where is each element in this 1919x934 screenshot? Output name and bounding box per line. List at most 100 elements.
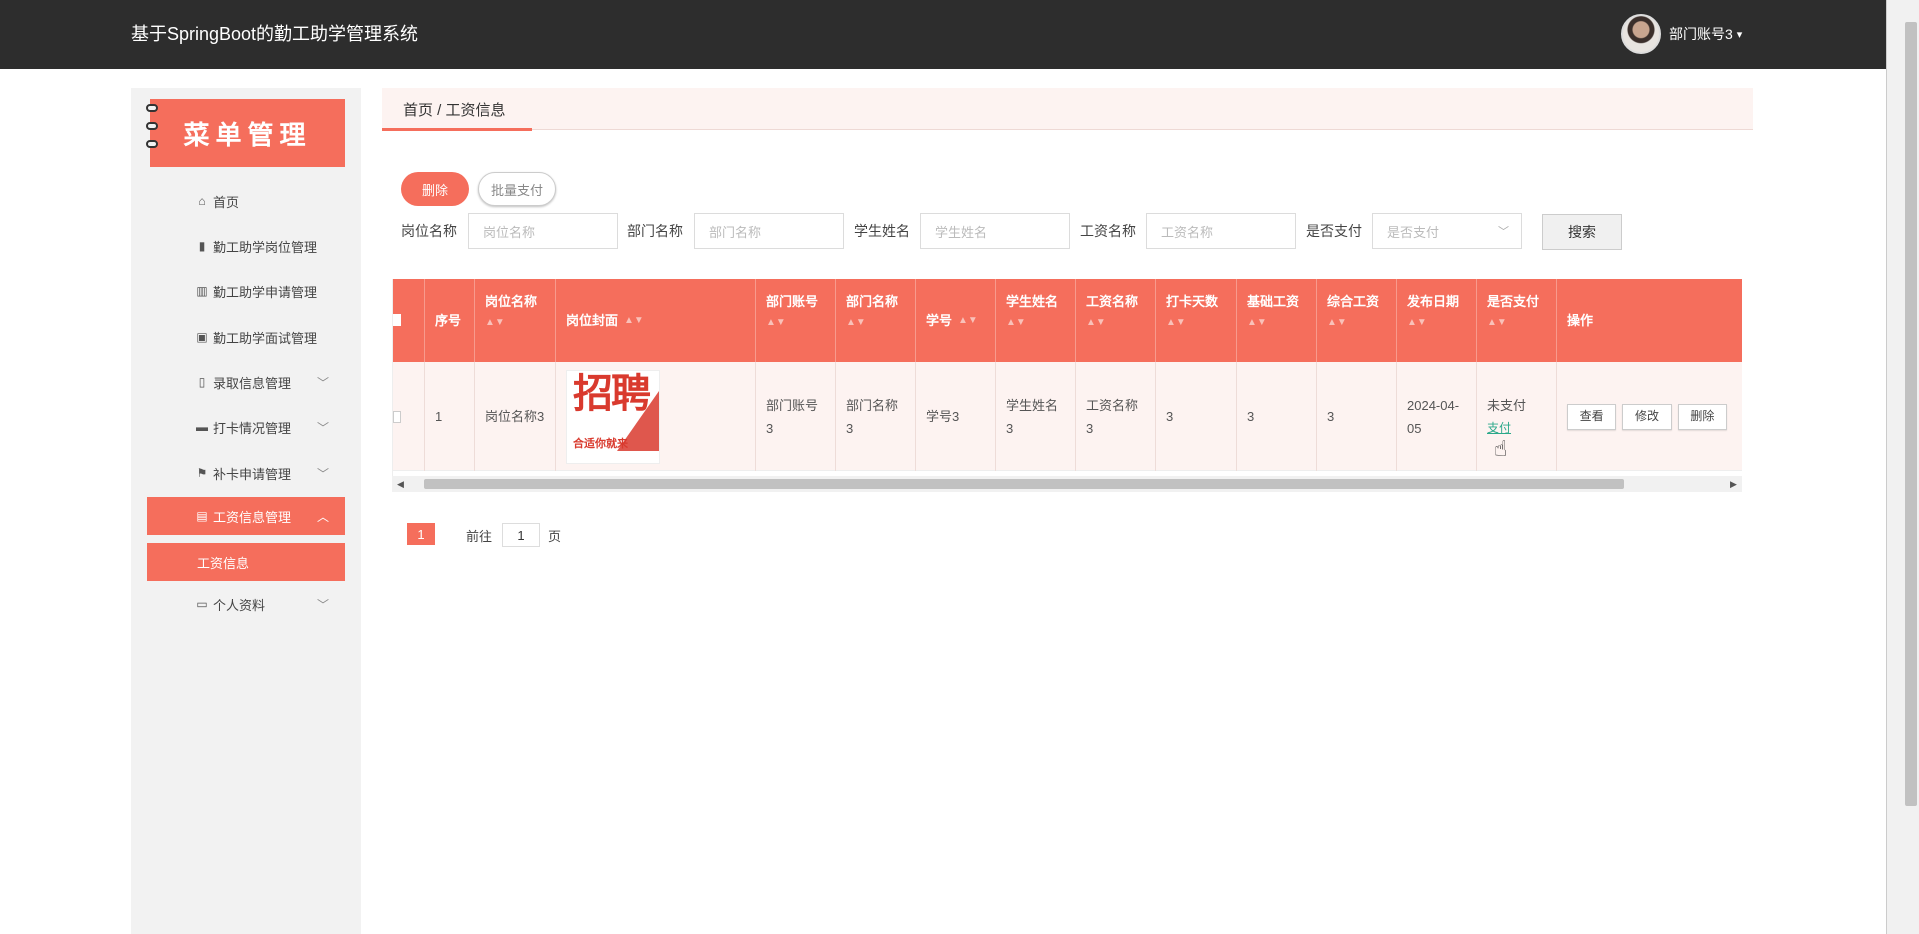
view-button[interactable]: 查看 xyxy=(1567,403,1617,430)
goto-suffix: 页 xyxy=(548,529,562,544)
sidebar-item-label: 录取信息管理 xyxy=(213,375,292,391)
user-menu[interactable]: 部门账号3 ▾ xyxy=(1621,13,1742,55)
row-checkbox[interactable] xyxy=(393,410,401,423)
salary-name-input[interactable]: 工资名称 xyxy=(1146,213,1296,249)
th-label: 是否支付 xyxy=(1487,294,1540,309)
chevron-down-icon: ﹀ xyxy=(1498,226,1509,238)
th-label: 部门名称 xyxy=(846,294,899,309)
sort-icon[interactable]: ▲▼ xyxy=(485,317,545,329)
th-post-name[interactable]: 岗位名称 ▲▼ xyxy=(475,279,556,362)
cell-total-salary: 3 xyxy=(1317,362,1397,471)
goto-page-input[interactable]: 1 xyxy=(502,523,540,547)
select-all-checkbox[interactable] xyxy=(393,314,401,326)
caret-down-icon[interactable]: ▾ xyxy=(1737,28,1743,41)
sidebar-item-makeup-management[interactable]: ⚑ 补卡申请管理 ﹀ xyxy=(147,454,345,492)
cell-actions: 查看 修改 删除 xyxy=(1557,362,1742,471)
sidebar-item-profile[interactable]: ▭ 个人资料 ﹀ xyxy=(147,585,345,623)
sidebar-item-salary-management[interactable]: ▤ 工资信息管理 ︿ xyxy=(147,497,345,535)
cell-index: 1 xyxy=(425,362,475,471)
th-dept-account[interactable]: 部门账号 ▲▼ xyxy=(756,279,836,362)
sidebar-item-admission-management[interactable]: ▯ 录取信息管理 ﹀ xyxy=(147,363,345,401)
sidebar-item-label: 补卡申请管理 xyxy=(213,466,292,482)
paid-status: 未支付 xyxy=(1487,397,1527,413)
menu-banner: 菜单管理 xyxy=(150,99,345,167)
th-label: 岗位名称 xyxy=(485,294,538,309)
sort-icon[interactable]: ▲▼ xyxy=(1247,317,1306,329)
sidebar-item-post-management[interactable]: ▮ 勤工助学岗位管理 xyxy=(147,227,345,265)
chevron-down-icon: ﹀ xyxy=(317,375,330,390)
sidebar-item-application-management[interactable]: ▥ 勤工助学申请管理 xyxy=(147,272,345,310)
edit-button[interactable]: 修改 xyxy=(1622,403,1672,430)
table-scrollbar-thumb[interactable] xyxy=(424,479,1624,489)
sort-icon[interactable]: ▲▼ xyxy=(1086,317,1145,329)
breadcrumb[interactable]: 首页 / 工资信息 xyxy=(403,99,506,120)
sort-icon[interactable]: ▲▼ xyxy=(846,317,905,329)
document-icon: ▤ xyxy=(196,509,208,523)
cell-dept-name: 部门名称3 xyxy=(836,362,916,471)
sort-icon[interactable]: ▲▼ xyxy=(766,317,825,329)
avatar[interactable] xyxy=(1621,14,1661,54)
th-salary-name[interactable]: 工资名称 ▲▼ xyxy=(1076,279,1156,362)
sort-icon[interactable]: ▲▼ xyxy=(624,312,644,330)
th-total-salary[interactable]: 综合工资 ▲▼ xyxy=(1317,279,1397,362)
th-student-name[interactable]: 学生姓名 ▲▼ xyxy=(996,279,1076,362)
sidebar-item-clockin-management[interactable]: ▬ 打卡情况管理 ﹀ xyxy=(147,408,345,446)
student-name-input[interactable]: 学生姓名 xyxy=(920,213,1070,249)
sort-icon[interactable]: ▲▼ xyxy=(1407,317,1466,329)
post-name-input[interactable]: 岗位名称 xyxy=(468,213,618,249)
dept-name-input[interactable]: 部门名称 xyxy=(694,213,844,249)
sidebar-item-label: 打卡情况管理 xyxy=(213,420,292,436)
breadcrumb-bar xyxy=(382,88,1753,130)
sort-icon[interactable]: ▲▼ xyxy=(1006,317,1065,329)
th-publish-date[interactable]: 发布日期 ▲▼ xyxy=(1397,279,1477,362)
cell-dept-account: 部门账号3 xyxy=(756,362,836,471)
sort-icon[interactable]: ▲▼ xyxy=(958,312,978,330)
notebook-rings-icon xyxy=(146,104,158,160)
chevron-down-icon: ﹀ xyxy=(317,466,330,481)
student-name-label: 学生姓名 xyxy=(854,223,910,239)
page-scrollbar-thumb[interactable] xyxy=(1905,22,1917,806)
sort-icon[interactable]: ▲▼ xyxy=(1487,317,1546,329)
th-student-no[interactable]: 学号 ▲▼ xyxy=(916,279,996,362)
cell-post-name: 岗位名称3 xyxy=(475,362,556,471)
th-dept-name[interactable]: 部门名称 ▲▼ xyxy=(836,279,916,362)
paid-select[interactable]: 是否支付 ﹀ xyxy=(1372,213,1522,249)
cell-post-cover: 招聘 合适你就来 xyxy=(556,362,756,471)
th-base-salary[interactable]: 基础工资 ▲▼ xyxy=(1237,279,1317,362)
scroll-right-icon[interactable]: ▶ xyxy=(1730,476,1737,492)
th-paid[interactable]: 是否支付 ▲▼ xyxy=(1477,279,1557,362)
th-label: 部门账号 xyxy=(766,294,819,309)
scroll-left-icon[interactable]: ◀ xyxy=(397,476,404,492)
sidebar-item-interview-management[interactable]: ▣ 勤工助学面试管理 xyxy=(147,318,345,356)
search-button[interactable]: 搜索 xyxy=(1542,214,1622,250)
th-label: 基础工资 xyxy=(1247,294,1300,309)
row-delete-button[interactable]: 删除 xyxy=(1677,403,1727,430)
batch-pay-button[interactable]: 批量支付 xyxy=(478,172,556,206)
th-label: 工资名称 xyxy=(1086,294,1139,309)
delete-button[interactable]: 删除 xyxy=(401,172,469,206)
cell-clock-days: 3 xyxy=(1156,362,1237,471)
th-post-cover[interactable]: 岗位封面 ▲▼ xyxy=(556,279,756,362)
paid-label: 是否支付 xyxy=(1306,223,1362,239)
home-icon: ⌂ xyxy=(198,194,206,208)
th-label: 综合工资 xyxy=(1327,294,1380,309)
table-row: 1 岗位名称3 招聘 合适你就来 部门账号3 部门名称3 学号3 学生姓名3 工… xyxy=(393,362,1742,471)
cell-publish-date: 2024-04-05 xyxy=(1397,362,1477,471)
post-cover-image[interactable]: 招聘 合适你就来 xyxy=(566,369,660,464)
sidebar-item-label: 首页 xyxy=(213,194,240,210)
sidebar-item-home[interactable]: ⌂ 首页 xyxy=(147,182,345,220)
th-clock-days[interactable]: 打卡天数 ▲▼ xyxy=(1156,279,1237,362)
sidebar-subitem-salary-info[interactable]: 工资信息 xyxy=(147,543,345,581)
user-name[interactable]: 部门账号3 xyxy=(1669,24,1733,44)
sidebar-item-label: 个人资料 xyxy=(213,597,266,613)
post-icon: ▮ xyxy=(198,239,206,253)
goto-prefix: 前往 xyxy=(466,529,493,544)
cell-base-salary: 3 xyxy=(1237,362,1317,471)
sort-icon[interactable]: ▲▼ xyxy=(1327,317,1386,329)
sidebar-item-label: 勤工助学申请管理 xyxy=(213,284,318,300)
page-number-current[interactable]: 1 xyxy=(407,523,435,545)
sort-icon[interactable]: ▲▼ xyxy=(1166,317,1226,329)
monitor-icon: ▬ xyxy=(196,420,208,434)
sidebar-item-label: 工资信息管理 xyxy=(213,509,292,525)
th-label: 打卡天数 xyxy=(1166,294,1219,309)
